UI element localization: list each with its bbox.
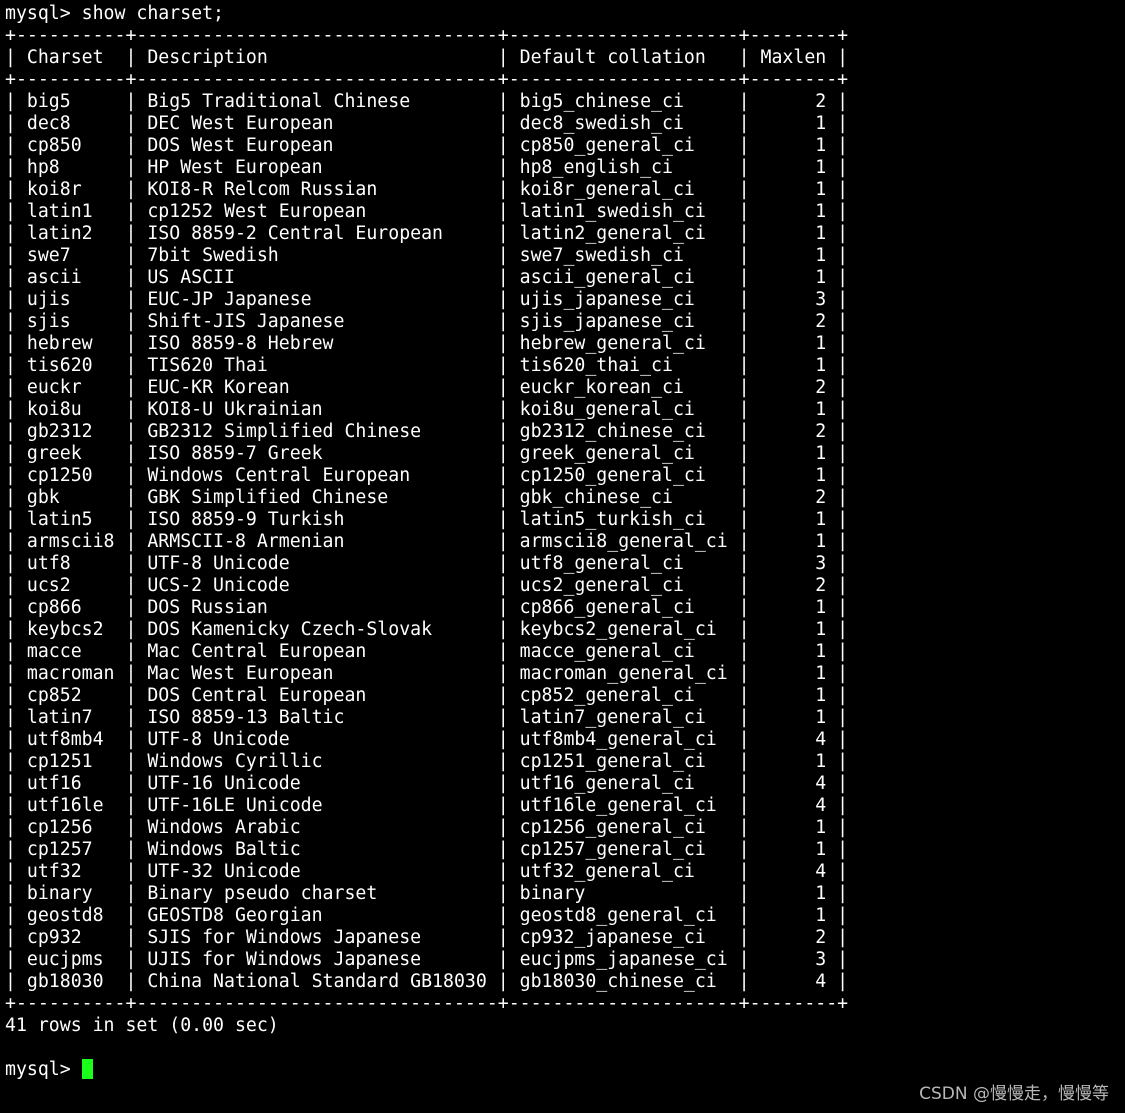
prompt-line[interactable]: mysql> (5, 1059, 1120, 1081)
table-row: | greek | ISO 8859-7 Greek | greek_gener… (5, 443, 849, 464)
watermark: CSDN @慢慢走，慢慢等 (919, 1084, 1109, 1104)
table-row: | latin1 | cp1252 West European | latin1… (5, 201, 849, 222)
table-row: | ujis | EUC-JP Japanese | ujis_japanese… (5, 289, 849, 310)
table-row: | ucs2 | UCS-2 Unicode | ucs2_general_ci… (5, 575, 849, 596)
table-row: | utf16 | UTF-16 Unicode | utf16_general… (5, 773, 849, 794)
table-border-bottom: +----------+----------------------------… (5, 993, 849, 1014)
table-row: | cp932 | SJIS for Windows Japanese | cp… (5, 927, 849, 948)
table-row: | latin7 | ISO 8859-13 Baltic | latin7_g… (5, 707, 849, 728)
table-row: | sjis | Shift-JIS Japanese | sjis_japan… (5, 311, 849, 332)
table-row: | gb2312 | GB2312 Simplified Chinese | g… (5, 421, 849, 442)
table-row: | latin2 | ISO 8859-2 Central European |… (5, 223, 849, 244)
table-row: | hebrew | ISO 8859-8 Hebrew | hebrew_ge… (5, 333, 849, 354)
table-row: | gbk | GBK Simplified Chinese | gbk_chi… (5, 487, 849, 508)
terminal-output[interactable]: mysql> show charset; +----------+-------… (5, 3, 1120, 1081)
table-row: | dec8 | DEC West European | dec8_swedis… (5, 113, 849, 134)
table-row: | big5 | Big5 Traditional Chinese | big5… (5, 91, 849, 112)
table-row: | binary | Binary pseudo charset | binar… (5, 883, 849, 904)
table-row: | cp1250 | Windows Central European | cp… (5, 465, 849, 486)
table-border-header: +----------+----------------------------… (5, 69, 849, 90)
table-row: | cp1251 | Windows Cyrillic | cp1251_gen… (5, 751, 849, 772)
table-row: | armscii8 | ARMSCII-8 Armenian | armsci… (5, 531, 849, 552)
table-row: | tis620 | TIS620 Thai | tis620_thai_ci … (5, 355, 849, 376)
table-border-top: +----------+----------------------------… (5, 25, 849, 46)
table-row: | geostd8 | GEOSTD8 Georgian | geostd8_g… (5, 905, 849, 926)
result-summary: 41 rows in set (0.00 sec) (5, 1015, 279, 1036)
table-row: | eucjpms | UJIS for Windows Japanese | … (5, 949, 849, 970)
command-line: mysql> show charset; (5, 3, 224, 24)
table-row: | koi8u | KOI8-U Ukrainian | koi8u_gener… (5, 399, 849, 420)
table-row: | utf8 | UTF-8 Unicode | utf8_general_ci… (5, 553, 849, 574)
table-row: | cp866 | DOS Russian | cp866_general_ci… (5, 597, 849, 618)
table-row: | swe7 | 7bit Swedish | swe7_swedish_ci … (5, 245, 849, 266)
table-row: | cp852 | DOS Central European | cp852_g… (5, 685, 849, 706)
table-row: | gb18030 | China National Standard GB18… (5, 971, 849, 992)
result-table: +----------+----------------------------… (5, 25, 1120, 1015)
table-header-row: | Charset | Description | Default collat… (5, 47, 849, 68)
table-row: | keybcs2 | DOS Kamenicky Czech-Slovak |… (5, 619, 849, 640)
text-cursor[interactable] (81, 1059, 93, 1079)
table-row: | utf16le | UTF-16LE Unicode | utf16le_g… (5, 795, 849, 816)
table-row: | cp850 | DOS West European | cp850_gene… (5, 135, 849, 156)
table-row: | euckr | EUC-KR Korean | euckr_korean_c… (5, 377, 849, 398)
table-row: | ascii | US ASCII | ascii_general_ci | … (5, 267, 849, 288)
table-row: | utf32 | UTF-32 Unicode | utf32_general… (5, 861, 849, 882)
table-row: | cp1257 | Windows Baltic | cp1257_gener… (5, 839, 849, 860)
table-row: | macce | Mac Central European | macce_g… (5, 641, 849, 662)
table-row: | hp8 | HP West European | hp8_english_c… (5, 157, 849, 178)
table-row: | macroman | Mac West European | macroma… (5, 663, 849, 684)
table-row: | koi8r | KOI8-R Relcom Russian | koi8r_… (5, 179, 849, 200)
table-row: | utf8mb4 | UTF-8 Unicode | utf8mb4_gene… (5, 729, 849, 750)
table-row: | cp1256 | Windows Arabic | cp1256_gener… (5, 817, 849, 838)
table-row: | latin5 | ISO 8859-9 Turkish | latin5_t… (5, 509, 849, 530)
prompt-text: mysql> (5, 1059, 71, 1080)
